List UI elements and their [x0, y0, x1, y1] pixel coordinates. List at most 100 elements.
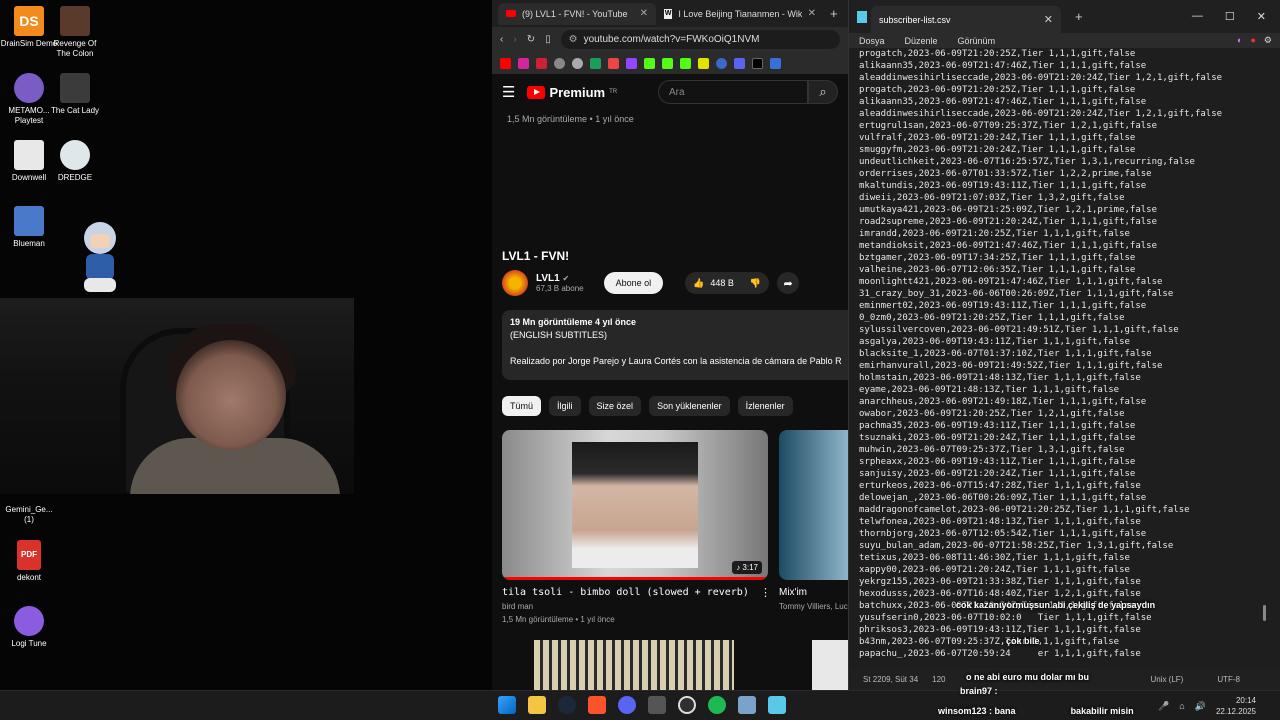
mix-thumbnail[interactable]	[779, 430, 848, 580]
recommended-video-title[interactable]: tila tsoli - bimbo doll (slowed + reverb…	[502, 587, 749, 598]
brave-icon[interactable]	[588, 696, 606, 714]
back-icon[interactable]: ‹	[500, 34, 503, 45]
like-icon[interactable]: 👍	[693, 278, 704, 289]
desktop-icon-revenge-of-the-colon[interactable]: Revenge Of The Colon	[46, 6, 104, 59]
search-icon[interactable]: ⌕	[808, 80, 838, 104]
bookmark-kick-icon[interactable]	[644, 57, 655, 69]
reload-icon[interactable]: ↻	[527, 34, 535, 45]
subscribe-button[interactable]: Abone ol	[603, 272, 664, 294]
new-tab-button[interactable]: +	[830, 6, 838, 21]
dredge-icon	[60, 140, 90, 170]
site-info-icon[interactable]: ⚙	[569, 34, 578, 45]
clock[interactable]: 20:14 22.12.2025	[1216, 695, 1256, 717]
close-tab-icon[interactable]: ✕	[640, 8, 648, 19]
dislike-icon[interactable]: 👎	[750, 278, 761, 289]
minimize-icon[interactable]: —	[1192, 10, 1203, 23]
bookmark-steam-icon[interactable]	[716, 57, 727, 69]
share-icon[interactable]: ➦	[777, 272, 800, 294]
the-cat-lady-icon	[60, 73, 90, 103]
desktop-icon-logi-tune[interactable]: Logi Tune	[0, 606, 58, 649]
desktop-pet-character[interactable]	[80, 222, 120, 294]
steam-icon[interactable]	[558, 696, 576, 714]
line-ending: Unix (LF)	[1150, 674, 1184, 684]
csv-line: valheine,2023-06-07T12:06:35Z,Tier 1,1,1…	[859, 265, 1136, 275]
new-tab-icon[interactable]: +	[1075, 9, 1083, 24]
volume-icon[interactable]: 🔊	[1195, 701, 1206, 712]
chip-for-you[interactable]: Size özel	[588, 396, 642, 416]
channel-name[interactable]: LVL1 ✔	[536, 273, 584, 284]
csv-line: eyame,2023-06-09T21:48:13Z,Tier 1,1,1,gi…	[859, 385, 1120, 395]
tab-youtube[interactable]: (9) LVL1 - FVN! - YouTube ✕	[498, 2, 656, 25]
desktop-icon-dredge[interactable]: DREDGE	[46, 140, 104, 183]
bookmark-discord-icon[interactable]	[734, 57, 745, 69]
bookmark-drive-icon[interactable]	[590, 57, 601, 69]
notepad-icon	[857, 10, 867, 23]
csv-line: phriksos3,2023-06-09T19:43:11Z,Tier 1,1,…	[859, 625, 1141, 635]
recommended-video-thumbnail-3[interactable]	[812, 640, 848, 690]
youtube-search-input[interactable]: Ara	[658, 80, 808, 104]
miniplayer-meta: 1,5 Mn görüntüleme • 1 yıl önce	[507, 114, 634, 124]
maximize-icon[interactable]: ☐	[1225, 10, 1235, 23]
wikipedia-icon: W	[664, 8, 673, 19]
bookmark-gmail-icon[interactable]	[608, 57, 619, 69]
settings-icon[interactable]: ⚙	[1264, 35, 1272, 46]
desktop-icon-the-cat-lady[interactable]: The Cat Lady	[46, 73, 104, 116]
app-icon[interactable]	[648, 696, 666, 714]
url-field[interactable]: ⚙ youtube.com/watch?v=FWKoOiQ1NVM	[560, 30, 840, 49]
start-icon[interactable]	[498, 696, 516, 714]
chip-all[interactable]: Tümü	[502, 396, 542, 416]
bookmark-kick2-icon[interactable]	[662, 57, 673, 69]
bookmark-instagram-icon[interactable]	[518, 57, 529, 69]
bookmark-globe-icon[interactable]	[572, 57, 583, 69]
bookmark-kick3-icon[interactable]	[680, 57, 691, 69]
bookmark-other-icon[interactable]	[770, 57, 781, 69]
close-tab-icon[interactable]: ✕	[1044, 13, 1053, 26]
bookmark-plus-icon[interactable]	[698, 57, 709, 69]
file-explorer-icon[interactable]	[528, 696, 546, 714]
discord-icon[interactable]	[618, 696, 636, 714]
video-duration: ♪ 3:17	[732, 561, 762, 574]
tab-subscriber-list[interactable]: subscriber-list.csv ✕	[871, 6, 1061, 33]
close-window-icon[interactable]: ✕	[1257, 10, 1266, 23]
notepad-taskbar-icon[interactable]	[768, 696, 786, 714]
menu-edit[interactable]: Düzenle	[905, 36, 938, 46]
recommended-video-thumbnail-2[interactable]	[534, 640, 734, 690]
menu-icon[interactable]: ☰	[502, 83, 515, 101]
youtube-logo[interactable]: Premium TR	[527, 85, 617, 100]
desktop-icon-blueman[interactable]: Blueman	[0, 206, 58, 249]
chip-related[interactable]: İlgili	[549, 396, 581, 416]
menu-view[interactable]: Görünüm	[958, 36, 996, 46]
csv-line: moonlightt421,2023-06-09T21:47:46Z,Tier …	[859, 277, 1163, 287]
network-icon[interactable]: ⌂	[1179, 701, 1184, 711]
settings-app-icon[interactable]	[738, 696, 756, 714]
scrollbar-thumb[interactable]	[1263, 605, 1266, 621]
recommended-video-channel[interactable]: bird man	[502, 602, 533, 611]
bookmark-youtube-icon[interactable]	[500, 57, 511, 69]
chip-recent[interactable]: Son yüklenenler	[649, 396, 730, 416]
mix-title[interactable]: Mix'im	[779, 587, 807, 598]
notepad-toolbar-right: ◐ ● ⚙	[1237, 35, 1280, 46]
forward-icon[interactable]: ›	[513, 34, 516, 45]
account-icon[interactable]: ●	[1250, 35, 1255, 46]
taskbar-apps	[498, 696, 786, 714]
copilot-icon[interactable]: ◐	[1237, 35, 1242, 46]
bookmark-x-icon[interactable]	[752, 57, 763, 69]
mic-icon[interactable]: 🎤	[1158, 701, 1169, 712]
csv-line: smuggyfm,2023-06-09T21:20:24Z,Tier 1,1,1…	[859, 145, 1136, 155]
tab-wikipedia[interactable]: W I Love Beijing Tiananmen - Wikipedia ✕	[656, 3, 824, 25]
notepad-text-area[interactable]: progatch,2023-06-09T21:20:25Z,Tier 1,1,1…	[859, 48, 1260, 668]
recommended-video-thumbnail[interactable]: ♪ 3:17	[502, 430, 768, 580]
obs-icon[interactable]	[678, 696, 696, 714]
channel-avatar[interactable]	[502, 270, 528, 296]
bookmark-icon[interactable]: ▯	[545, 34, 551, 45]
video-description[interactable]: 19 Mn görüntüleme 4 yıl önce (ENGLISH SU…	[502, 310, 848, 380]
desktop-icon-dekont[interactable]: PDF dekont	[0, 540, 58, 583]
chip-watched[interactable]: İzlenenler	[737, 396, 793, 416]
spotify-icon[interactable]	[708, 696, 726, 714]
bookmark-twitch-icon[interactable]	[626, 57, 637, 69]
bookmark-web-icon[interactable]	[554, 57, 565, 69]
more-options-icon[interactable]: ⋮	[760, 586, 771, 599]
close-tab-icon[interactable]: ✕	[808, 8, 816, 19]
bookmark-gallery-icon[interactable]	[536, 57, 547, 69]
menu-file[interactable]: Dosya	[859, 36, 885, 46]
